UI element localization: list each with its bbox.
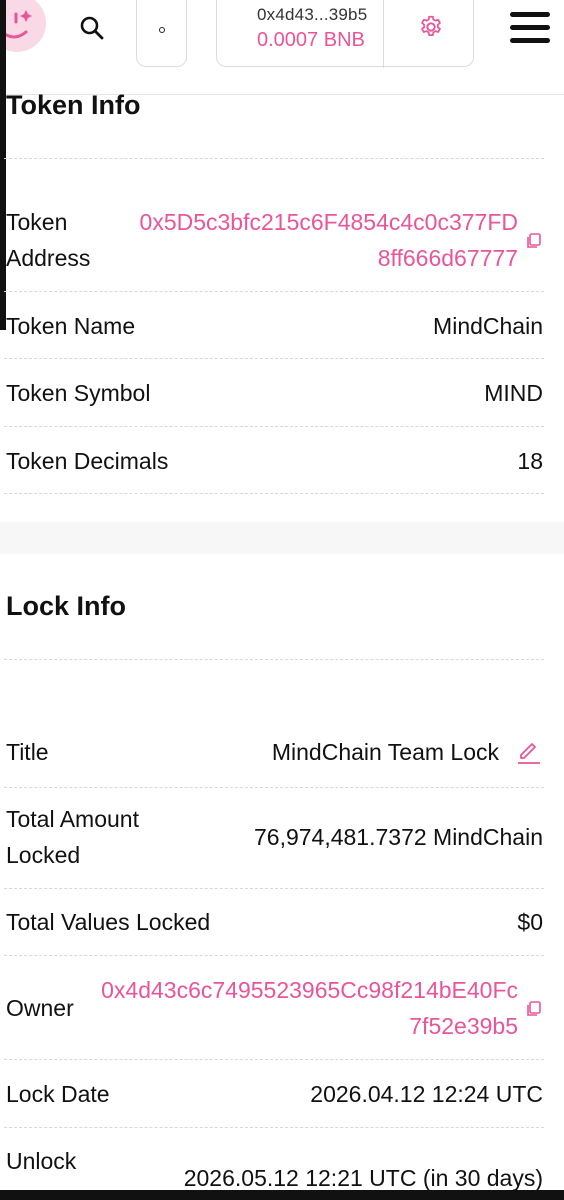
copy-icon <box>527 1001 541 1016</box>
token-symbol-value: MIND <box>484 380 543 406</box>
lock-date-value: 2026.04.12 12:24 UTC <box>310 1081 543 1107</box>
lock-title-label: Title <box>6 739 49 765</box>
row-divider <box>4 1059 544 1060</box>
token-name-label: Token Name <box>6 313 136 339</box>
edit-title-button[interactable] <box>516 739 542 765</box>
wallet-panel: 0x4d43...39b5 0.0007 BNB <box>216 0 474 68</box>
wallet-divider <box>383 0 384 68</box>
search-icon <box>80 16 104 40</box>
token-decimals-value: 18 <box>517 448 543 474</box>
row-divider <box>4 888 544 889</box>
section-separator <box>0 522 564 554</box>
row-divider <box>4 291 544 292</box>
search-button[interactable] <box>72 8 112 48</box>
token-decimals-label: Token Decimals <box>6 448 169 474</box>
owner-address-value[interactable]: 0x4d43c6c7495523965Cc98f214bE40Fc7f52e39… <box>98 972 518 1044</box>
mascot-face-icon <box>0 10 32 39</box>
wallet-balance: 0.0007 BNB <box>257 29 365 51</box>
row-divider <box>4 158 544 159</box>
row-divider <box>4 358 544 359</box>
settings-button[interactable] <box>415 11 447 43</box>
owner-label: Owner <box>6 995 74 1021</box>
wallet-address[interactable]: 0x4d43...39b5 <box>257 5 367 25</box>
hamburger-icon <box>510 12 550 17</box>
row-divider <box>4 1127 544 1128</box>
hamburger-icon <box>510 25 550 30</box>
lock-info-title: Lock Info <box>6 591 126 621</box>
mascot-logo[interactable] <box>0 0 46 52</box>
system-navigation-bar <box>0 1190 564 1200</box>
total-values-locked-label: Total Values Locked <box>6 909 211 935</box>
gear-icon <box>421 15 441 36</box>
row-divider <box>4 426 544 427</box>
token-info-title: Token Info <box>6 90 141 120</box>
token-name-value: MindChain <box>433 313 543 339</box>
chain-selector-button[interactable] <box>136 0 187 67</box>
row-divider <box>4 787 544 788</box>
copy-icon <box>527 233 541 248</box>
token-address-value[interactable]: 0x5D5c3bfc215c6F4854c4c0c377FD8ff666d677… <box>128 204 518 276</box>
pencil-icon <box>518 743 540 764</box>
screen-edge <box>0 0 6 330</box>
copy-owner-address-button[interactable] <box>525 1000 543 1018</box>
lock-title-value: MindChain Team Lock <box>271 739 499 765</box>
copy-token-address-button[interactable] <box>525 232 543 250</box>
token-address-label: Token Address <box>6 209 91 271</box>
row-divider <box>4 955 544 956</box>
chain-icon <box>158 26 165 33</box>
total-values-locked-value: $0 <box>517 909 543 935</box>
unlock-date-label: Unlock <box>6 1148 77 1174</box>
token-symbol-label: Token Symbol <box>6 380 151 406</box>
hamburger-menu-button[interactable] <box>506 10 554 46</box>
row-divider <box>4 493 544 494</box>
total-amount-locked-label: Total Amount Locked <box>6 806 139 868</box>
total-amount-locked-value: 76,974,481.7372 MindChain <box>253 824 543 850</box>
row-divider <box>4 659 544 660</box>
hamburger-icon <box>510 38 550 43</box>
top-navigation-bar: 0x4d43...39b5 0.0007 BNB <box>0 0 564 95</box>
lock-date-label: Lock Date <box>6 1081 110 1107</box>
